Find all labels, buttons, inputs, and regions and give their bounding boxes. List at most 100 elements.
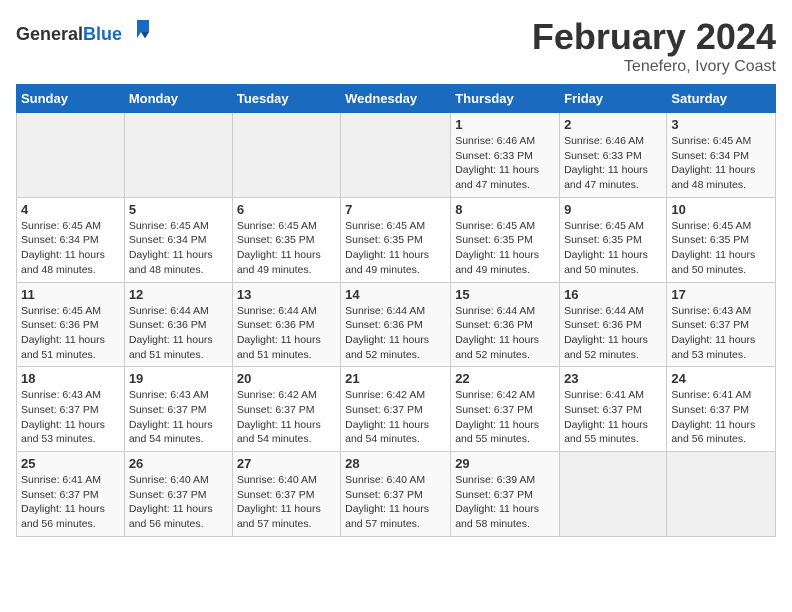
day-number: 24 (671, 371, 771, 386)
day-cell: 19 Sunrise: 6:43 AM Sunset: 6:37 PM Dayli… (124, 367, 232, 452)
day-number: 3 (671, 117, 771, 132)
page-header: GeneralBlue February 2024 Tenefero, Ivor… (16, 16, 776, 76)
day-cell: 20 Sunrise: 6:42 AM Sunset: 6:37 PM Dayli… (232, 367, 340, 452)
header-tuesday: Tuesday (232, 85, 340, 113)
header-saturday: Saturday (667, 85, 776, 113)
day-number: 8 (455, 202, 555, 217)
day-number: 2 (564, 117, 662, 132)
day-number: 20 (237, 371, 336, 386)
day-cell: 14 Sunrise: 6:44 AM Sunset: 6:36 PM Dayli… (341, 282, 451, 367)
day-cell: 4 Sunrise: 6:45 AM Sunset: 6:34 PM Daylig… (17, 197, 125, 282)
week-row-4: 25 Sunrise: 6:41 AM Sunset: 6:37 PM Dayli… (17, 452, 776, 537)
day-info: Sunrise: 6:44 AM Sunset: 6:36 PM Dayligh… (345, 304, 446, 363)
week-row-0: 1 Sunrise: 6:46 AM Sunset: 6:33 PM Daylig… (17, 113, 776, 198)
day-info: Sunrise: 6:44 AM Sunset: 6:36 PM Dayligh… (129, 304, 228, 363)
day-number: 7 (345, 202, 446, 217)
day-number: 17 (671, 287, 771, 302)
day-info: Sunrise: 6:43 AM Sunset: 6:37 PM Dayligh… (671, 304, 771, 363)
day-cell: 18Sunrise: 6:43 AM Sunset: 6:37 PM Dayli… (17, 367, 125, 452)
day-cell: 16 Sunrise: 6:44 AM Sunset: 6:36 PM Dayli… (560, 282, 667, 367)
day-cell: 17 Sunrise: 6:43 AM Sunset: 6:37 PM Dayli… (667, 282, 776, 367)
day-info: Sunrise: 6:40 AM Sunset: 6:37 PM Dayligh… (237, 473, 336, 532)
day-number: 14 (345, 287, 446, 302)
day-number: 10 (671, 202, 771, 217)
day-cell: 21Sunrise: 6:42 AM Sunset: 6:37 PM Dayli… (341, 367, 451, 452)
header-monday: Monday (124, 85, 232, 113)
day-info: Sunrise: 6:40 AM Sunset: 6:37 PM Dayligh… (129, 473, 228, 532)
day-cell: 12 Sunrise: 6:44 AM Sunset: 6:36 PM Dayli… (124, 282, 232, 367)
day-cell: 13 Sunrise: 6:44 AM Sunset: 6:36 PM Dayli… (232, 282, 340, 367)
logo-general: General (16, 24, 83, 44)
logo-icon (129, 16, 153, 40)
day-info: Sunrise: 6:45 AM Sunset: 6:36 PM Dayligh… (21, 304, 120, 363)
day-info: Sunrise: 6:39 AM Sunset: 6:37 PM Dayligh… (455, 473, 555, 532)
day-cell: 7Sunrise: 6:45 AM Sunset: 6:35 PM Daylig… (341, 197, 451, 282)
day-cell: 28 Sunrise: 6:40 AM Sunset: 6:37 PM Dayli… (341, 452, 451, 537)
logo-text: GeneralBlue (16, 16, 153, 45)
day-info: Sunrise: 6:42 AM Sunset: 6:37 PM Dayligh… (345, 388, 446, 447)
day-number: 19 (129, 371, 228, 386)
day-info: Sunrise: 6:45 AM Sunset: 6:35 PM Dayligh… (564, 219, 662, 278)
day-cell: 23Sunrise: 6:41 AM Sunset: 6:37 PM Dayli… (560, 367, 667, 452)
calendar-header: SundayMondayTuesdayWednesdayThursdayFrid… (17, 85, 776, 113)
day-number: 22 (455, 371, 555, 386)
day-cell: 24 Sunrise: 6:41 AM Sunset: 6:37 PM Dayli… (667, 367, 776, 452)
day-info: Sunrise: 6:40 AM Sunset: 6:37 PM Dayligh… (345, 473, 446, 532)
day-info: Sunrise: 6:45 AM Sunset: 6:35 PM Dayligh… (237, 219, 336, 278)
day-number: 9 (564, 202, 662, 217)
header-thursday: Thursday (451, 85, 560, 113)
day-number: 12 (129, 287, 228, 302)
day-info: Sunrise: 6:46 AM Sunset: 6:33 PM Dayligh… (455, 134, 555, 193)
day-cell (232, 113, 340, 198)
day-cell (17, 113, 125, 198)
day-cell: 15Sunrise: 6:44 AM Sunset: 6:36 PM Dayli… (451, 282, 560, 367)
day-info: Sunrise: 6:45 AM Sunset: 6:34 PM Dayligh… (129, 219, 228, 278)
week-row-3: 18Sunrise: 6:43 AM Sunset: 6:37 PM Dayli… (17, 367, 776, 452)
header-wednesday: Wednesday (341, 85, 451, 113)
subtitle: Tenefero, Ivory Coast (532, 58, 776, 76)
day-number: 25 (21, 456, 120, 471)
day-number: 4 (21, 202, 120, 217)
day-cell (667, 452, 776, 537)
day-cell: 6 Sunrise: 6:45 AM Sunset: 6:35 PM Daylig… (232, 197, 340, 282)
day-info: Sunrise: 6:41 AM Sunset: 6:37 PM Dayligh… (564, 388, 662, 447)
day-info: Sunrise: 6:41 AM Sunset: 6:37 PM Dayligh… (21, 473, 120, 532)
header-sunday: Sunday (17, 85, 125, 113)
day-number: 27 (237, 456, 336, 471)
day-number: 5 (129, 202, 228, 217)
header-friday: Friday (560, 85, 667, 113)
day-cell: 11 Sunrise: 6:45 AM Sunset: 6:36 PM Dayli… (17, 282, 125, 367)
day-number: 28 (345, 456, 446, 471)
day-info: Sunrise: 6:41 AM Sunset: 6:37 PM Dayligh… (671, 388, 771, 447)
day-cell: 29Sunrise: 6:39 AM Sunset: 6:37 PM Dayli… (451, 452, 560, 537)
day-info: Sunrise: 6:42 AM Sunset: 6:37 PM Dayligh… (237, 388, 336, 447)
day-info: Sunrise: 6:44 AM Sunset: 6:36 PM Dayligh… (455, 304, 555, 363)
calendar-body: 1 Sunrise: 6:46 AM Sunset: 6:33 PM Daylig… (17, 113, 776, 537)
day-number: 1 (455, 117, 555, 132)
day-cell: 2Sunrise: 6:46 AM Sunset: 6:33 PM Daylig… (560, 113, 667, 198)
day-info: Sunrise: 6:45 AM Sunset: 6:34 PM Dayligh… (21, 219, 120, 278)
day-number: 16 (564, 287, 662, 302)
day-cell: 9 Sunrise: 6:45 AM Sunset: 6:35 PM Daylig… (560, 197, 667, 282)
day-info: Sunrise: 6:45 AM Sunset: 6:35 PM Dayligh… (671, 219, 771, 278)
day-info: Sunrise: 6:43 AM Sunset: 6:37 PM Dayligh… (21, 388, 120, 447)
day-info: Sunrise: 6:42 AM Sunset: 6:37 PM Dayligh… (455, 388, 555, 447)
day-cell: 27 Sunrise: 6:40 AM Sunset: 6:37 PM Dayli… (232, 452, 340, 537)
day-number: 13 (237, 287, 336, 302)
day-cell: 8Sunrise: 6:45 AM Sunset: 6:35 PM Daylig… (451, 197, 560, 282)
day-number: 11 (21, 287, 120, 302)
day-cell: 26Sunrise: 6:40 AM Sunset: 6:37 PM Dayli… (124, 452, 232, 537)
day-number: 6 (237, 202, 336, 217)
main-title: February 2024 (532, 16, 776, 58)
week-row-1: 4 Sunrise: 6:45 AM Sunset: 6:34 PM Daylig… (17, 197, 776, 282)
day-cell: 5 Sunrise: 6:45 AM Sunset: 6:34 PM Daylig… (124, 197, 232, 282)
logo: GeneralBlue (16, 16, 153, 45)
day-info: Sunrise: 6:44 AM Sunset: 6:36 PM Dayligh… (237, 304, 336, 363)
day-info: Sunrise: 6:43 AM Sunset: 6:37 PM Dayligh… (129, 388, 228, 447)
day-cell (341, 113, 451, 198)
title-area: February 2024 Tenefero, Ivory Coast (532, 16, 776, 76)
day-info: Sunrise: 6:44 AM Sunset: 6:36 PM Dayligh… (564, 304, 662, 363)
header-row: SundayMondayTuesdayWednesdayThursdayFrid… (17, 85, 776, 113)
day-cell: 1 Sunrise: 6:46 AM Sunset: 6:33 PM Daylig… (451, 113, 560, 198)
day-cell (124, 113, 232, 198)
